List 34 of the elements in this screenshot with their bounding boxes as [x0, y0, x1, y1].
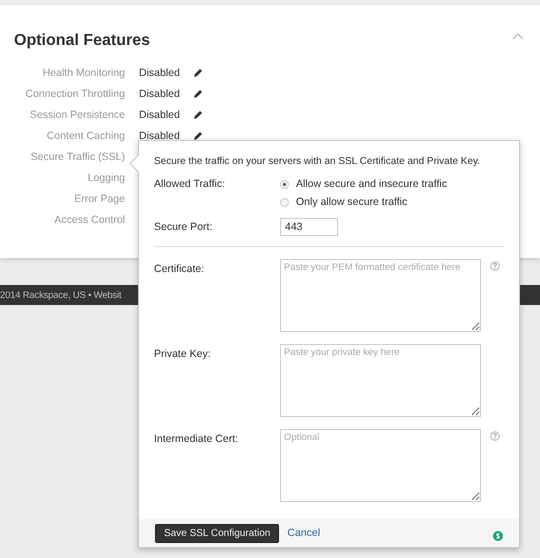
text-area[interactable]: Paste your private key here — [280, 344, 482, 417]
radio-label[interactable]: Only allow secure traffic — [296, 196, 408, 208]
feature-label[interactable]: Health Monitoring — [14, 66, 125, 78]
feature-status: Disabled — [139, 130, 181, 142]
feature-status: Disabled — [139, 88, 181, 100]
save-button[interactable]: Save SSL Configuration — [155, 524, 280, 542]
intro-text: Secure the traffic on your servers with an SSL Certificate and Private Key. — [154, 156, 482, 167]
field-label: Private Key: — [154, 348, 212, 360]
feature-label[interactable]: Secure Traffic (SSL) — [14, 150, 125, 162]
pencil-icon[interactable] — [193, 68, 203, 78]
pencil-icon[interactable] — [193, 110, 203, 120]
coin-icon — [493, 531, 503, 541]
field-label: Intermediate Cert: — [154, 433, 240, 445]
feature-label[interactable]: Session Persistence — [14, 108, 125, 120]
field-label: Secure Port: — [154, 221, 214, 233]
pencil-icon[interactable] — [193, 88, 203, 98]
field-label: Allowed Traffic: — [154, 178, 226, 190]
radio-label[interactable]: Allow secure and insecure traffic — [296, 178, 447, 190]
section-title: Optional Features — [14, 32, 150, 50]
port-field[interactable]: 443 — [280, 218, 338, 236]
feature-label[interactable]: Error Page — [14, 192, 125, 204]
text-area[interactable]: Paste your PEM formatted certificate here — [280, 259, 482, 332]
radio-button[interactable] — [280, 180, 289, 188]
text-area[interactable]: Optional — [280, 429, 482, 502]
field-label: Certificate: — [154, 263, 206, 275]
cancel-link[interactable]: Cancel — [287, 527, 320, 539]
feature-label[interactable]: Content Caching — [14, 130, 125, 142]
feature-label[interactable]: Connection Throttling — [14, 88, 125, 100]
feature-label[interactable]: Access Control — [14, 214, 125, 226]
footer-text: 2014 Rackspace, US • Websit — [0, 290, 122, 300]
feature-status: Disabled — [139, 108, 181, 120]
feature-label[interactable]: Logging — [14, 172, 125, 184]
radio-button[interactable] — [280, 198, 289, 206]
feature-status: Disabled — [139, 66, 181, 78]
